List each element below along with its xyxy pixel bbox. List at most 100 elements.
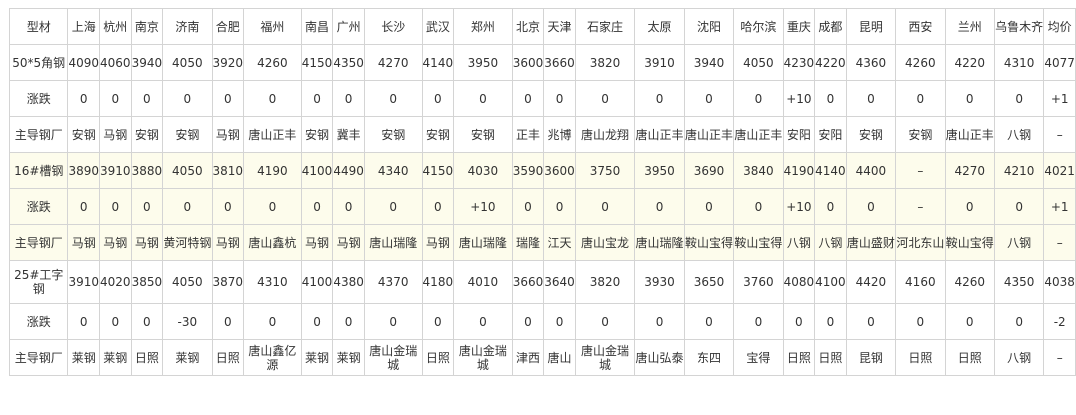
column-header: 长沙 (363, 8, 423, 45)
table-cell: 0 (543, 303, 576, 340)
table-cell: 安阳 (782, 116, 816, 153)
row-label: 涨跌 (8, 303, 69, 340)
table-cell: 日照 (211, 339, 245, 376)
table-cell: 马钢 (211, 224, 245, 261)
column-header: 杭州 (99, 8, 132, 45)
table-cell: 3880 (130, 152, 164, 189)
table-cell: 八钢 (782, 224, 816, 261)
table-cell: 0 (895, 80, 946, 117)
table-cell: 0 (99, 303, 132, 340)
table-cell: 八钢 (993, 339, 1045, 376)
table-cell: 0 (511, 80, 545, 117)
table-cell: 0 (300, 188, 334, 225)
table-cell: 3930 (634, 260, 685, 304)
column-header: 西安 (895, 8, 946, 45)
table-cell: 马钢 (130, 224, 164, 261)
table-cell: 唐山正丰 (683, 116, 735, 153)
table-cell: 4400 (845, 152, 897, 189)
column-header: 重庆 (782, 8, 816, 45)
table-cell: 莱钢 (162, 339, 213, 376)
row-label: 涨跌 (8, 188, 69, 225)
table-cell: 0 (243, 303, 302, 340)
table-cell: +1 (1043, 188, 1076, 225)
table-cell: 0 (211, 303, 245, 340)
table-row: 16#槽钢 3890 3910 3880 4050 3810 4190 4100 4490 434… (8, 152, 1076, 189)
table-cell: 0 (363, 80, 423, 117)
table-cell: 4270 (363, 44, 423, 81)
table-cell: 0 (993, 80, 1045, 117)
table-cell: 4021 (1043, 152, 1076, 189)
table-cell: 4060 (99, 44, 132, 81)
table-cell: 4310 (243, 260, 302, 304)
column-header: 乌鲁木齐 (993, 8, 1045, 45)
table-cell: 0 (814, 188, 847, 225)
table-cell: 3600 (543, 152, 576, 189)
table-cell: 日照 (814, 339, 847, 376)
table-cell: 3690 (683, 152, 735, 189)
table-cell: 日照 (421, 339, 455, 376)
table-cell: 昆钢 (845, 339, 897, 376)
table-cell: 0 (634, 80, 685, 117)
table-cell: 4180 (421, 260, 455, 304)
table-cell: 宝得 (733, 339, 784, 376)
table-cell: 0 (332, 80, 365, 117)
row-label: 主导钢厂 (8, 116, 69, 153)
table-cell: 4020 (99, 260, 132, 304)
table-cell: 冀丰 (332, 116, 365, 153)
table-cell: 0 (733, 188, 784, 225)
table-cell: 4260 (895, 44, 946, 81)
table-cell: 3950 (453, 44, 513, 81)
table-cell: 0 (243, 188, 302, 225)
table-cell: 八钢 (993, 224, 1045, 261)
table-cell: 4050 (733, 44, 784, 81)
table-row: 25#工字钢 3910 4020 3850 4050 3870 4310 4100 4380 43… (8, 260, 1076, 304)
table-cell: 0 (363, 303, 423, 340)
table-cell: 马钢 (99, 224, 132, 261)
table-cell: 日照 (782, 339, 816, 376)
table-cell: 唐山正丰 (733, 116, 784, 153)
table-cell: 3820 (574, 260, 636, 304)
table-cell: 0 (634, 303, 685, 340)
price-table-container: 型材 上海 杭州 南京 济南 合肥 福州 南昌 广州 长沙 武汉 郑州 北京 天津 石家庄 太原 沈阳 哈尔滨 重庆… (8, 8, 1076, 376)
table-cell: +10 (453, 188, 513, 225)
column-header: 郑州 (453, 8, 513, 45)
table-cell: 0 (130, 188, 164, 225)
column-header: 哈尔滨 (733, 8, 784, 45)
table-cell: 3910 (99, 152, 132, 189)
table-cell: 安钢 (67, 116, 101, 153)
table-row: 主导钢厂 安钢 马钢 安钢 安钢 马钢 唐山正丰 安钢 冀丰 安钢 安钢 安钢 正丰 兆博 唐山龙翔 唐山正丰… (8, 116, 1076, 153)
table-cell: 4350 (993, 260, 1045, 304)
table-cell: 0 (67, 303, 101, 340)
table-cell: 0 (993, 188, 1045, 225)
table-cell: 0 (99, 80, 132, 117)
table-cell: 0 (243, 80, 302, 117)
table-cell: 莱钢 (99, 339, 132, 376)
table-cell: 唐山金瑞城 (363, 339, 423, 376)
table-cell: 唐山宝龙 (574, 224, 636, 261)
table-cell: 0 (511, 303, 545, 340)
table-cell: 4160 (895, 260, 946, 304)
table-cell: 0 (67, 80, 101, 117)
table-cell: 安钢 (162, 116, 213, 153)
table-cell: 4230 (782, 44, 816, 81)
table-cell: 0 (162, 80, 213, 117)
table-cell: 唐山瑞隆 (363, 224, 423, 261)
table-cell: – (1043, 339, 1076, 376)
table-cell: 莱钢 (332, 339, 365, 376)
table-cell: 东四 (683, 339, 735, 376)
table-cell: 4380 (332, 260, 365, 304)
header-row: 型材 上海 杭州 南京 济南 合肥 福州 南昌 广州 长沙 武汉 郑州 北京 天津 石家庄 太原 沈阳 哈尔滨 重庆… (8, 8, 1076, 45)
table-cell: 4340 (363, 152, 423, 189)
table-cell: 唐山正丰 (634, 116, 685, 153)
table-cell: 唐山金瑞城 (574, 339, 636, 376)
column-header: 福州 (243, 8, 302, 45)
table-cell: 0 (683, 80, 735, 117)
table-cell: 马钢 (300, 224, 334, 261)
table-cell: 3890 (67, 152, 101, 189)
table-cell: 4310 (993, 44, 1045, 81)
table-row: 主导钢厂 马钢 马钢 马钢 黄河特钢 马钢 唐山鑫杭 马钢 马钢 唐山瑞隆 马钢 唐山瑞隆 瑞隆 江天 唐山… (8, 224, 1076, 261)
column-header: 沈阳 (683, 8, 735, 45)
table-cell: 0 (211, 80, 245, 117)
table-cell: 马钢 (421, 224, 455, 261)
table-cell: 4050 (162, 152, 213, 189)
